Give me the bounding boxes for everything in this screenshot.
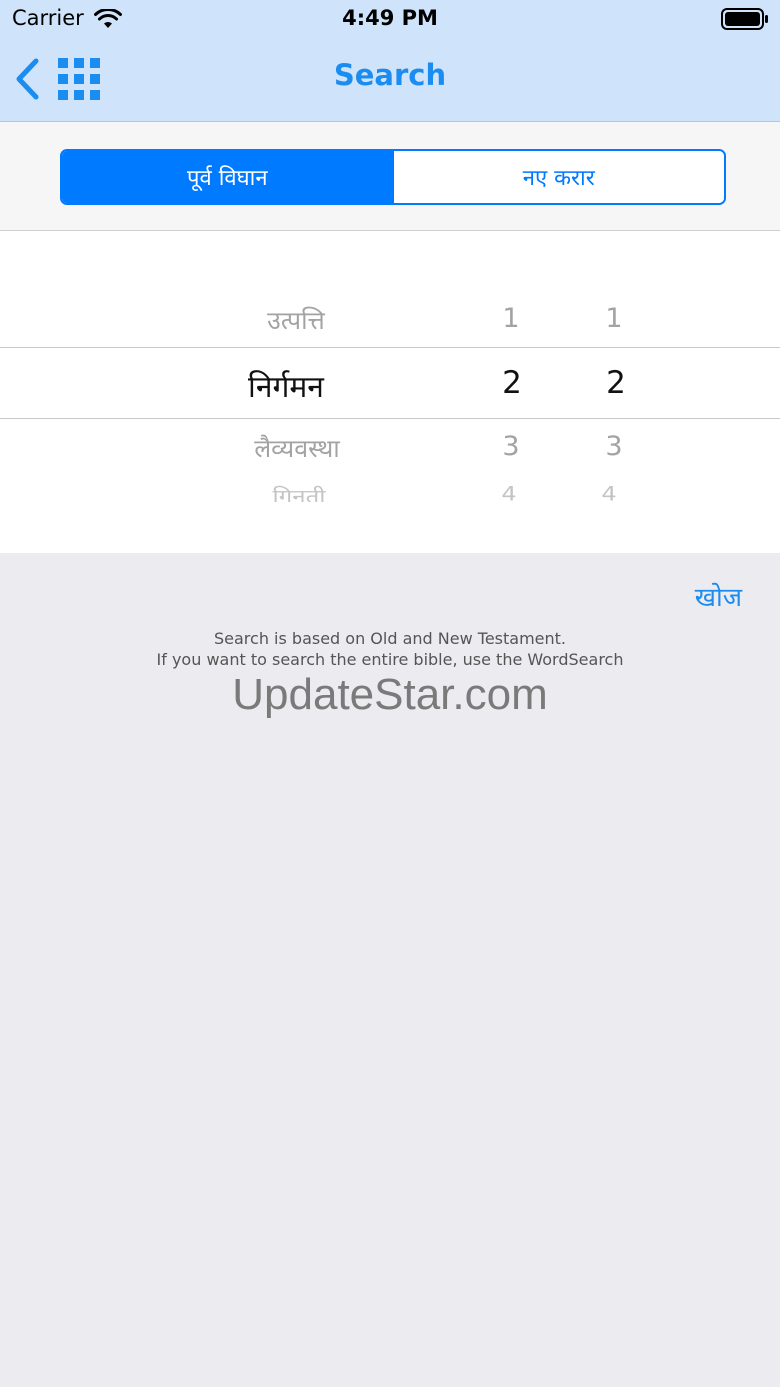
picker-verse-row[interactable]: 1: [605, 303, 622, 334]
picker-selection-line-top: [0, 347, 780, 348]
search-button[interactable]: खोज: [695, 578, 742, 614]
status-time: 4:49 PM: [342, 6, 438, 30]
picker-book-row[interactable]: गिनती: [273, 483, 326, 502]
picker-book-row[interactable]: उत्पत्ति: [267, 303, 325, 337]
book-chapter-verse-picker[interactable]: उत्पत्ति 1 1 निर्गमन 2 2 लैव्यवस्था 3 3 …: [0, 231, 780, 553]
picker-book-selected[interactable]: निर्गमन: [248, 365, 324, 406]
picker-book-row[interactable]: लैव्यवस्था: [254, 431, 340, 465]
picker-chapter-row[interactable]: 4: [501, 483, 516, 502]
picker-verse-row[interactable]: 4: [601, 483, 616, 502]
picker-chapter-row[interactable]: 1: [502, 303, 519, 334]
picker-verse-selected[interactable]: 2: [606, 365, 626, 401]
battery-icon: [721, 8, 768, 30]
segment-new-testament[interactable]: नए करार: [392, 151, 724, 203]
info-text-line-1: Search is based on Old and New Testament…: [213, 629, 566, 648]
page-title: Search: [333, 58, 447, 92]
picker-selection-line-bottom: [0, 418, 780, 419]
watermark-text: UpdateStar.com: [232, 670, 548, 719]
picker-chapter-row[interactable]: 3: [502, 431, 519, 462]
picker-clip-row: गिनती 4 4: [0, 483, 780, 502]
testament-selector-bar: पूर्व विघान नए करार: [0, 122, 780, 231]
info-text-line-2: If you want to search the entire bible, …: [156, 650, 624, 669]
picker-chapter-selected[interactable]: 2: [502, 365, 522, 401]
testament-segmented-control: पूर्व विघान नए करार: [60, 149, 726, 205]
picker-verse-row[interactable]: 3: [605, 431, 622, 462]
segment-old-testament[interactable]: पूर्व विघान: [62, 151, 393, 203]
navigation-header: Carrier 4:49 PM Search: [0, 0, 780, 122]
